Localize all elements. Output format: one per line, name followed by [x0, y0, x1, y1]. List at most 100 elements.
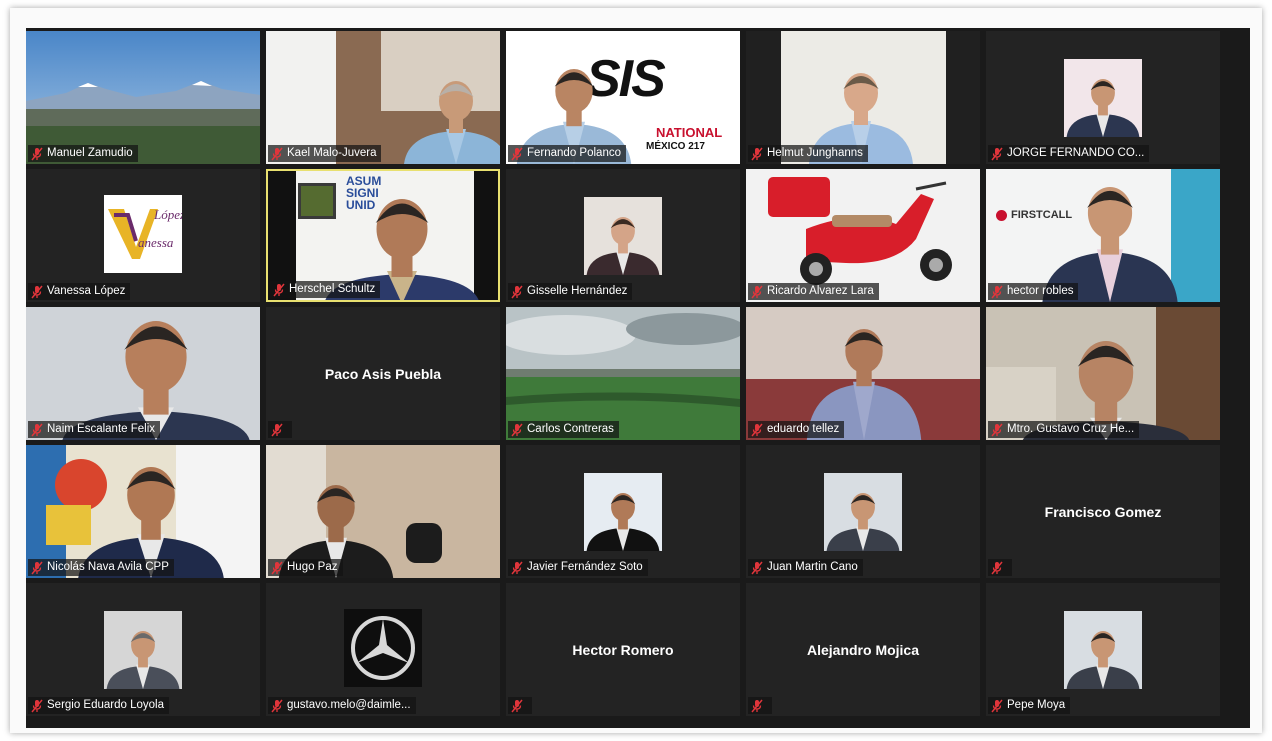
participant-tile[interactable]: Carlos Contreras	[506, 307, 740, 440]
participant-tile[interactable]: Hector Romero	[506, 583, 740, 716]
participant-tile[interactable]: Francisco Gomez	[986, 445, 1220, 578]
profile-photo	[104, 611, 182, 689]
participant-name: Kael Malo-Juvera	[287, 147, 377, 159]
participant-name-label: Javier Fernández Soto	[508, 559, 648, 576]
muted-microphone-icon	[751, 285, 763, 298]
participant-display-name: Alejandro Mojica	[806, 641, 920, 658]
profile-photo	[824, 473, 902, 551]
participant-name-label: Pepe Moya	[988, 697, 1071, 714]
participant-tile[interactable]: Manuel Zamudio	[26, 31, 260, 164]
mercedes-benz-logo	[344, 609, 422, 687]
participant-name-label: Manuel Zamudio	[28, 145, 138, 162]
muted-microphone-icon	[271, 147, 283, 160]
participant-name: Carlos Contreras	[527, 423, 614, 435]
participant-name-label: Fernando Polanco	[508, 145, 626, 162]
participant-name: Mtro. Gustavo Cruz He...	[1007, 423, 1135, 435]
participant-name-label	[508, 697, 532, 714]
participant-tile[interactable]: Kael Malo-Juvera	[266, 31, 500, 164]
participant-name: Hugo Paz	[287, 561, 338, 573]
participant-name-label: Hugo Paz	[268, 559, 343, 576]
participant-name-label: Naim Escalante Felix	[28, 421, 161, 438]
participant-tile[interactable]: SIS NATIONAL MÉXICO 217 Fernando Polanco	[506, 31, 740, 164]
participant-tile[interactable]: FIRSTCALL hector robles	[986, 169, 1220, 302]
participant-tile[interactable]: López anessa Vanessa López	[26, 169, 260, 302]
participant-tile[interactable]: Pepe Moya	[986, 583, 1220, 716]
profile-photo	[584, 473, 662, 551]
muted-microphone-icon	[991, 561, 1003, 574]
person-figure	[826, 493, 900, 551]
profile-photo	[1064, 59, 1142, 137]
participant-name-label: Sergio Eduardo Loyola	[28, 697, 169, 714]
participant-name: Helmut Junghanns	[767, 147, 863, 159]
participant-name-label: Kael Malo-Juvera	[268, 145, 382, 162]
profile-photo	[1064, 611, 1142, 689]
participant-tile[interactable]: Alejandro Mojica	[746, 583, 980, 716]
vanessa-lopez-logo: López anessa	[104, 195, 182, 273]
participant-name: Nicolás Nava Avila CPP	[47, 561, 169, 573]
participant-tile[interactable]: Ricardo Alvarez Lara	[746, 169, 980, 302]
participant-tile[interactable]: Gisselle Hernández	[506, 169, 740, 302]
muted-microphone-icon	[31, 147, 43, 160]
participant-tile[interactable]: Paco Asis Puebla	[266, 307, 500, 440]
participant-name: Vanessa López	[47, 285, 126, 297]
participant-name: Herschel Schultz	[289, 283, 376, 295]
participant-tile[interactable]: Nicolás Nava Avila CPP	[26, 445, 260, 578]
participant-name: Manuel Zamudio	[47, 147, 133, 159]
muted-microphone-icon	[273, 283, 285, 296]
participant-tile[interactable]: Naim Escalante Felix	[26, 307, 260, 440]
muted-microphone-icon	[511, 423, 523, 436]
participant-name-label: eduardo tellez	[748, 421, 845, 438]
participant-tile[interactable]: Mtro. Gustavo Cruz He...	[986, 307, 1220, 440]
participant-name-label: Helmut Junghanns	[748, 145, 868, 162]
participant-tile[interactable]: Juan Martin Cano	[746, 445, 980, 578]
muted-microphone-icon	[271, 423, 283, 436]
person-figure	[1066, 631, 1140, 689]
participant-name-label	[748, 697, 772, 714]
participant-name-label: Gisselle Hernández	[508, 283, 633, 300]
muted-microphone-icon	[271, 699, 283, 712]
participant-tile[interactable]: JORGE FERNANDO CO...	[986, 31, 1220, 164]
participant-tile[interactable]: eduardo tellez	[746, 307, 980, 440]
muted-microphone-icon	[271, 561, 283, 574]
participant-name: Pepe Moya	[1007, 699, 1066, 711]
video-gallery: Manuel Zamudio Kael Malo-Juvera SIS NATIONA…	[26, 28, 1250, 728]
participant-name-label: Juan Martin Cano	[748, 559, 863, 576]
participant-name-label: Ricardo Alvarez Lara	[748, 283, 879, 300]
participant-tile[interactable]: Sergio Eduardo Loyola	[26, 583, 260, 716]
muted-microphone-icon	[31, 561, 43, 574]
participant-display-name: Hector Romero	[572, 641, 674, 658]
participant-name-label: Mtro. Gustavo Cruz He...	[988, 421, 1140, 438]
person-figure	[586, 493, 660, 551]
participant-name-label: gustavo.melo@daimle...	[268, 697, 416, 714]
participant-name: hector robles	[1007, 285, 1074, 297]
participant-name: Sergio Eduardo Loyola	[47, 699, 164, 711]
participant-display-name: Francisco Gomez	[1044, 503, 1162, 520]
participant-tile[interactable]: ASUM SIGNI UNID Herschel Schultz	[266, 169, 500, 302]
participant-name-label	[268, 421, 292, 438]
participant-tile[interactable]: Hugo Paz	[266, 445, 500, 578]
participant-name-label: Nicolás Nava Avila CPP	[28, 559, 174, 576]
participant-name: eduardo tellez	[767, 423, 840, 435]
muted-microphone-icon	[991, 423, 1003, 436]
participant-name: Javier Fernández Soto	[527, 561, 643, 573]
participant-tile[interactable]: gustavo.melo@daimle...	[266, 583, 500, 716]
person-figure	[1066, 79, 1140, 137]
logo-text-vanessa: anessa	[138, 235, 174, 250]
participant-name: gustavo.melo@daimle...	[287, 699, 411, 711]
muted-microphone-icon	[991, 147, 1003, 160]
participant-tile[interactable]: Helmut Junghanns	[746, 31, 980, 164]
muted-microphone-icon	[751, 699, 763, 712]
mercedes-star-icon	[351, 616, 415, 680]
participant-tile[interactable]: Javier Fernández Soto	[506, 445, 740, 578]
muted-microphone-icon	[991, 285, 1003, 298]
participant-name: Naim Escalante Felix	[47, 423, 156, 435]
muted-microphone-icon	[511, 147, 523, 160]
muted-microphone-icon	[31, 699, 43, 712]
muted-microphone-icon	[991, 699, 1003, 712]
participant-name-label: JORGE FERNANDO CO...	[988, 145, 1150, 162]
participant-name: Ricardo Alvarez Lara	[767, 285, 874, 297]
participant-name-label: hector robles	[988, 283, 1079, 300]
muted-microphone-icon	[751, 147, 763, 160]
participant-name: JORGE FERNANDO CO...	[1007, 147, 1145, 159]
muted-microphone-icon	[511, 699, 523, 712]
